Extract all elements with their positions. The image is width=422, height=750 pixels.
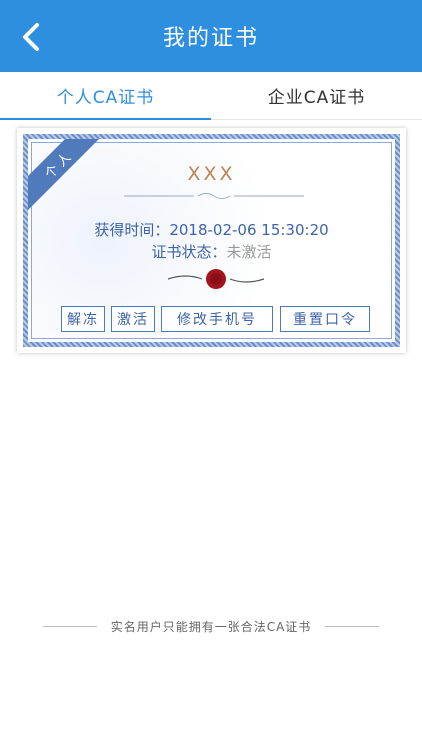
footer-note-text: 实名用户只能拥有一张合法CA证书: [110, 619, 312, 634]
obtained-time-row: 获得时间：2018-02-06 15:30:20: [28, 219, 395, 240]
certificate-holder-name: XXX: [187, 163, 236, 185]
unfreeze-button[interactable]: 解冻: [61, 306, 105, 332]
tab-personal-ca[interactable]: 个人CA证书: [0, 72, 211, 120]
reset-password-button[interactable]: 重置口令: [280, 306, 370, 332]
obtained-time-value: 2018-02-06 15:30:20: [169, 221, 329, 239]
app-header: 我的证书: [0, 0, 422, 72]
tab-bar: 个人CA证书 企业CA证书: [0, 72, 422, 120]
certificate-card: 个人 XXX 获得时间：2018-02-06 15:30:20 证书状态：未激活…: [17, 128, 406, 353]
activate-button[interactable]: 激活: [111, 306, 155, 332]
obtained-time-label: 获得时间：: [94, 221, 170, 239]
back-button[interactable]: [14, 20, 48, 54]
certificate-status-value: 未激活: [226, 243, 272, 261]
change-phone-button[interactable]: 修改手机号: [161, 306, 273, 332]
certificate-actions: 解冻 激活 修改手机号 重置口令: [61, 306, 395, 332]
certificate-status-label: 证书状态：: [151, 243, 227, 261]
chevron-left-icon: [23, 23, 39, 51]
wax-seal-icon: [167, 269, 265, 289]
certificate-status-row: 证书状态：未激活: [28, 241, 395, 262]
ornament-divider: [124, 193, 304, 199]
tab-enterprise-ca[interactable]: 企业CA证书: [211, 72, 422, 119]
footer-divider-left: [42, 625, 97, 627]
page-title: 我的证书: [162, 26, 259, 51]
certificate-frame: 个人 XXX 获得时间：2018-02-06 15:30:20 证书状态：未激活…: [23, 134, 400, 347]
footer-note: 实名用户只能拥有一张合法CA证书: [0, 616, 422, 636]
footer-divider-right: [325, 625, 380, 627]
